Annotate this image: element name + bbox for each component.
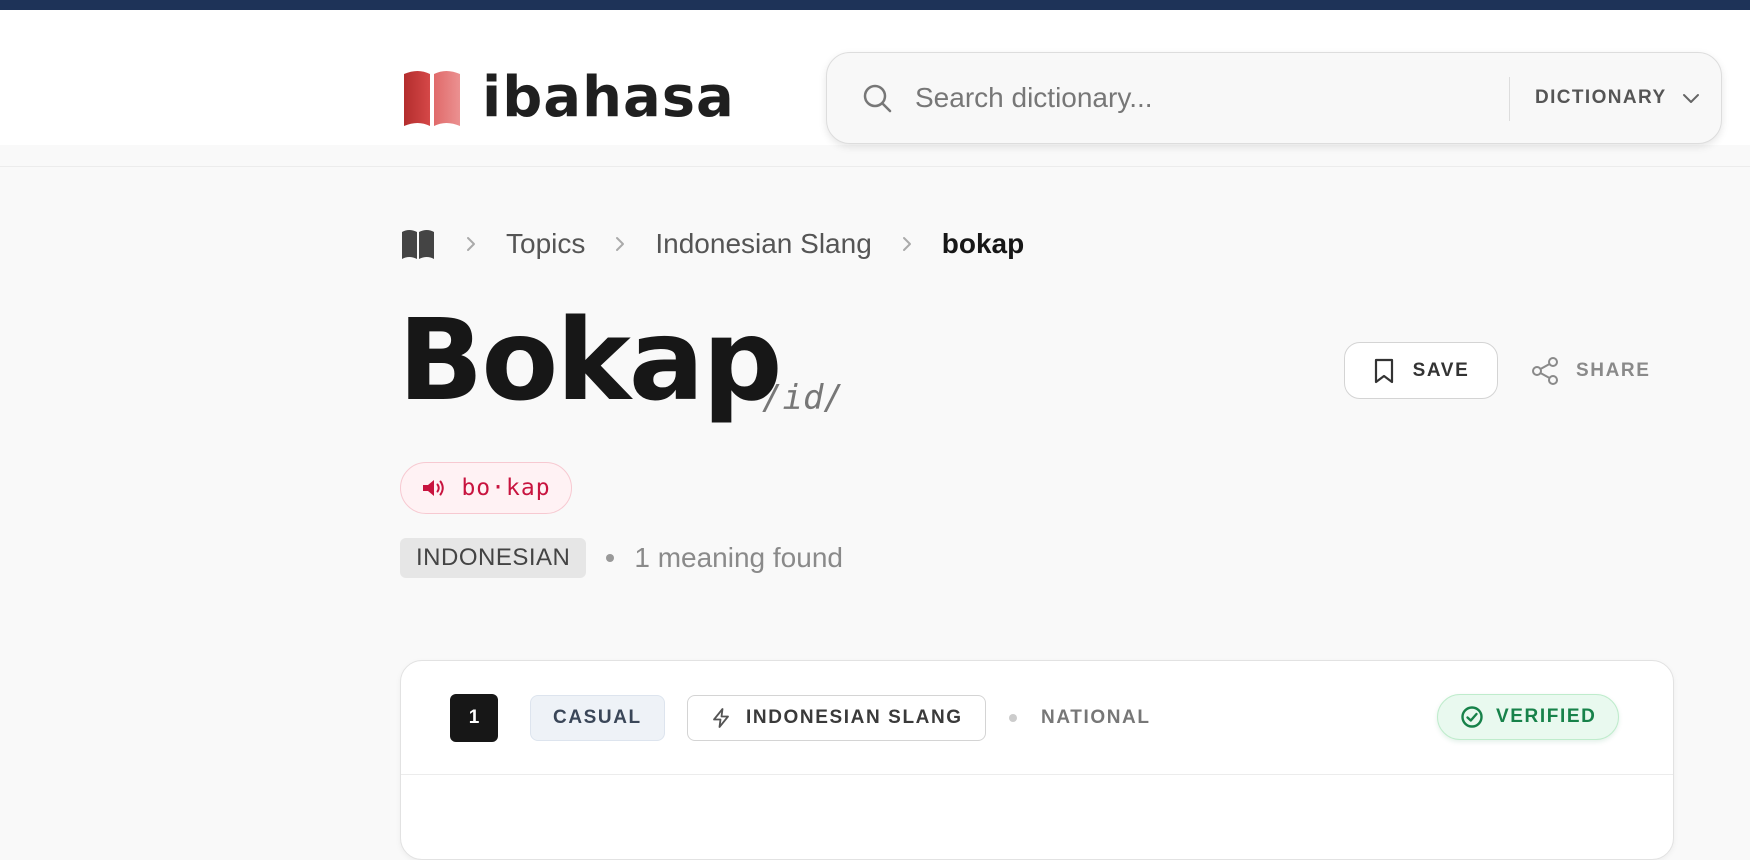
pronunciation-button[interactable]: bo·kap	[400, 462, 572, 514]
site-header: ibahasa DICTIONARY	[0, 10, 1750, 145]
breadcrumb-topics[interactable]: Topics	[506, 228, 585, 260]
search-divider	[1509, 77, 1510, 121]
search-input[interactable]	[913, 73, 1493, 123]
search-bar: DICTIONARY	[826, 52, 1722, 144]
pronunciation-text: bo·kap	[461, 475, 551, 501]
region-label: NATIONAL	[1041, 707, 1151, 728]
check-circle-icon	[1461, 706, 1483, 728]
book-icon[interactable]	[400, 227, 436, 261]
bookmark-icon	[1374, 358, 1393, 383]
topic-badge-label: INDONESIAN SLANG	[746, 707, 963, 728]
search-icon	[863, 84, 892, 113]
separator-dot	[1009, 714, 1017, 722]
header-divider	[0, 166, 1750, 167]
lightning-icon	[713, 708, 729, 728]
separator-dot	[606, 554, 615, 562]
search-scope-label: DICTIONARY	[1535, 87, 1667, 108]
site-logo[interactable]: ibahasa	[400, 66, 735, 130]
sense-card: 1 CASUAL INDONESIAN SLANG NATIONAL VERIF…	[400, 660, 1674, 860]
chevron-right-icon	[616, 237, 625, 251]
entry-word-title: Bokap	[398, 296, 783, 426]
breadcrumb-indonesian-slang[interactable]: Indonesian Slang	[655, 228, 871, 260]
logo-text: ibahasa	[482, 65, 735, 130]
search-scope-dropdown[interactable]: DICTIONARY	[1535, 53, 1701, 143]
share-button-label: SHARE	[1576, 359, 1651, 381]
breadcrumb-current: bokap	[941, 228, 1025, 259]
speaker-icon	[423, 480, 445, 496]
share-icon	[1532, 356, 1558, 385]
entry-meta-row: INDONESIAN 1 meaning found	[400, 538, 843, 578]
meaning-count: 1 meaning found	[634, 542, 843, 573]
share-button[interactable]: SHARE	[1530, 342, 1651, 399]
chevron-down-icon	[1682, 94, 1699, 103]
chevron-right-icon	[902, 237, 911, 251]
save-button[interactable]: SAVE	[1344, 342, 1498, 399]
entry-lang-code: /id/	[762, 378, 844, 418]
verified-badge-label: VERIFIED	[1496, 706, 1597, 727]
register-badge: CASUAL	[530, 695, 665, 741]
chevron-right-icon	[467, 237, 475, 251]
topic-badge[interactable]: INDONESIAN SLANG	[687, 695, 986, 741]
verified-badge: VERIFIED	[1437, 694, 1620, 740]
sense-number: 1	[450, 694, 498, 742]
logo-book-icon	[404, 71, 460, 126]
card-divider	[401, 774, 1673, 775]
top-accent-strip	[0, 0, 1750, 10]
breadcrumb: Topics Indonesian Slang bokap	[400, 222, 1024, 266]
language-badge: INDONESIAN	[400, 538, 587, 578]
save-button-label: SAVE	[1412, 359, 1470, 381]
